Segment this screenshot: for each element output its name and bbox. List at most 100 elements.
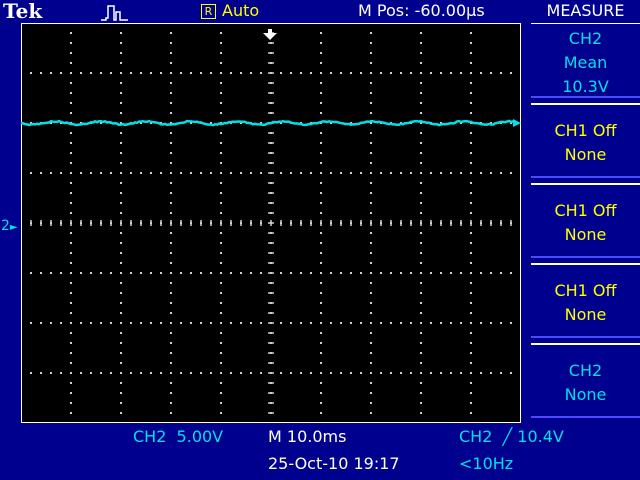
grid-dot [170, 52, 172, 54]
grid-dot [150, 322, 152, 324]
grid-dot [120, 152, 122, 154]
grid-dot [220, 72, 222, 74]
grid-dot [320, 372, 322, 374]
grid-dot [220, 182, 222, 184]
grid-dot [320, 242, 322, 244]
grid-dot [320, 92, 322, 94]
grid-dot [120, 272, 122, 274]
grid-dot [320, 362, 322, 364]
grid-dot [380, 372, 382, 374]
grid-dot [320, 112, 322, 114]
grid-dot [90, 322, 92, 324]
grid-dot [120, 192, 122, 194]
grid-dot [180, 72, 182, 74]
grid-dot [30, 372, 32, 374]
measure-slot-1[interactable]: CH2 Mean 10.3V [531, 23, 640, 98]
grid-dot [70, 212, 72, 214]
grid-dot [470, 382, 472, 384]
grid-dot [170, 172, 172, 174]
grid-dot [130, 72, 132, 74]
grid-dot [120, 132, 122, 134]
grid-dot [210, 172, 212, 174]
grid-dot [420, 232, 422, 234]
grid-dot [380, 322, 382, 324]
grid-dot [470, 292, 472, 294]
grid-dot [30, 322, 32, 324]
grid-dot [370, 232, 372, 234]
grid-dot [120, 52, 122, 54]
grid-dot [70, 252, 72, 254]
grid-dot [220, 192, 222, 194]
grid-dot [170, 312, 172, 314]
grid-dot [220, 62, 222, 64]
measure-slot-3[interactable]: CH1 Off None [531, 183, 640, 258]
grid-dot [70, 332, 72, 334]
grid-dot [450, 322, 452, 324]
grid-dot [420, 52, 422, 54]
grid-dot [70, 182, 72, 184]
grid-dot [250, 372, 252, 374]
grid-dot [420, 172, 422, 174]
grid-dot [120, 332, 122, 334]
grid-dot [100, 72, 102, 74]
grid-dot [120, 252, 122, 254]
grid-dot [400, 372, 402, 374]
grid-dot [220, 212, 222, 214]
grid-dot [320, 282, 322, 284]
grid-dot [120, 202, 122, 204]
grid-dot [170, 362, 172, 364]
grid-dot [420, 262, 422, 264]
grid-dot [30, 272, 32, 274]
grid-dot [70, 112, 72, 114]
grid-dot [260, 372, 262, 374]
grid-dot [220, 112, 222, 114]
grid-dot [70, 202, 72, 204]
grid-dot [320, 152, 322, 154]
grid-dot [390, 172, 392, 174]
grid-dot [120, 382, 122, 384]
grid-dot [370, 332, 372, 334]
grid-dot [80, 172, 82, 174]
grid-dot [60, 172, 62, 174]
timebase-readout: M 10.0ms [268, 427, 346, 447]
grid-dot [420, 42, 422, 44]
measure-value: 10.3V [531, 75, 640, 99]
grid-dot [70, 362, 72, 364]
grid-dot [250, 72, 252, 74]
grid-dot [480, 272, 482, 274]
grid-dot [470, 132, 472, 134]
grid-dot [120, 392, 122, 394]
grid-dot [220, 52, 222, 54]
measure-slot-5[interactable]: CH2 None [531, 343, 640, 418]
grid-dot [370, 42, 372, 44]
grid-dot [160, 72, 162, 74]
grid-dot [490, 372, 492, 374]
grid-dot [110, 322, 112, 324]
grid-dot [170, 192, 172, 194]
grid-dot [420, 92, 422, 94]
grid-dot [150, 172, 152, 174]
grid-dot [470, 362, 472, 364]
grid-dot [120, 92, 122, 94]
grid-dot [510, 322, 512, 324]
grid-dot [420, 302, 422, 304]
grid-dot [170, 142, 172, 144]
measure-slot-2[interactable]: CH1 Off None [531, 103, 640, 178]
grid-dot [150, 72, 152, 74]
grid-dot [220, 332, 222, 334]
grid-dot [490, 172, 492, 174]
grid-dot [220, 242, 222, 244]
grid-dot [470, 232, 472, 234]
measure-slot-4[interactable]: CH1 Off None [531, 263, 640, 338]
grid-dot [370, 112, 372, 114]
measure-type: None [531, 143, 640, 167]
grid-dot [180, 272, 182, 274]
grid-dot [430, 272, 432, 274]
grid-dot [70, 322, 72, 324]
grid-dot [420, 132, 422, 134]
grid-dot [220, 362, 222, 364]
grid-dot [230, 372, 232, 374]
grid-dot [510, 172, 512, 174]
grid-dot [170, 402, 172, 404]
grid-dot [70, 52, 72, 54]
